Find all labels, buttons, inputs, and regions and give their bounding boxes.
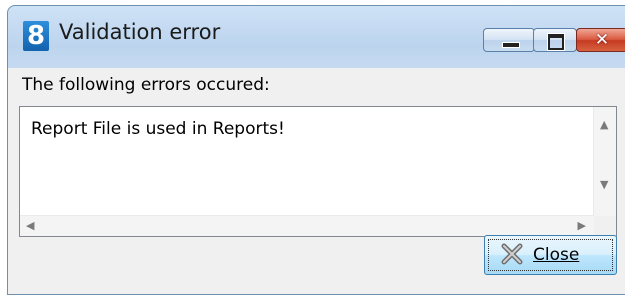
horizontal-scrollbar[interactable]: ◀ ▶	[20, 215, 594, 236]
scrollbar-corner	[594, 216, 616, 236]
error-message-box[interactable]: Report File is used in Reports! ▲ ▼ ◀ ▶	[19, 106, 617, 237]
close-button[interactable]: Close	[484, 235, 617, 275]
error-message-text: Report File is used in Reports!	[31, 119, 285, 139]
dialog-body: The following errors occured: Report Fil…	[8, 68, 625, 294]
maximize-icon	[548, 34, 564, 50]
titlebar[interactable]: 8 Validation error ✕	[8, 6, 625, 61]
close-icon: ✕	[594, 30, 610, 50]
scroll-right-icon[interactable]: ▶	[578, 220, 586, 231]
close-button-label: Close	[533, 245, 580, 265]
errors-header: The following errors occured:	[22, 75, 270, 95]
scroll-up-icon[interactable]: ▲	[600, 119, 608, 130]
app-logo-icon: 8	[23, 21, 49, 51]
minimize-button[interactable]	[483, 28, 535, 52]
validation-error-window: 8 Validation error ✕ The following error…	[7, 5, 625, 295]
vertical-scrollbar[interactable]: ▲ ▼	[593, 107, 616, 216]
window-close-button[interactable]: ✕	[576, 28, 625, 52]
close-x-icon	[501, 243, 523, 265]
window-title: Validation error	[59, 20, 221, 44]
minimize-icon	[502, 42, 520, 48]
scroll-down-icon[interactable]: ▼	[600, 179, 608, 190]
scroll-left-icon[interactable]: ◀	[26, 220, 34, 231]
maximize-button[interactable]	[533, 28, 577, 52]
